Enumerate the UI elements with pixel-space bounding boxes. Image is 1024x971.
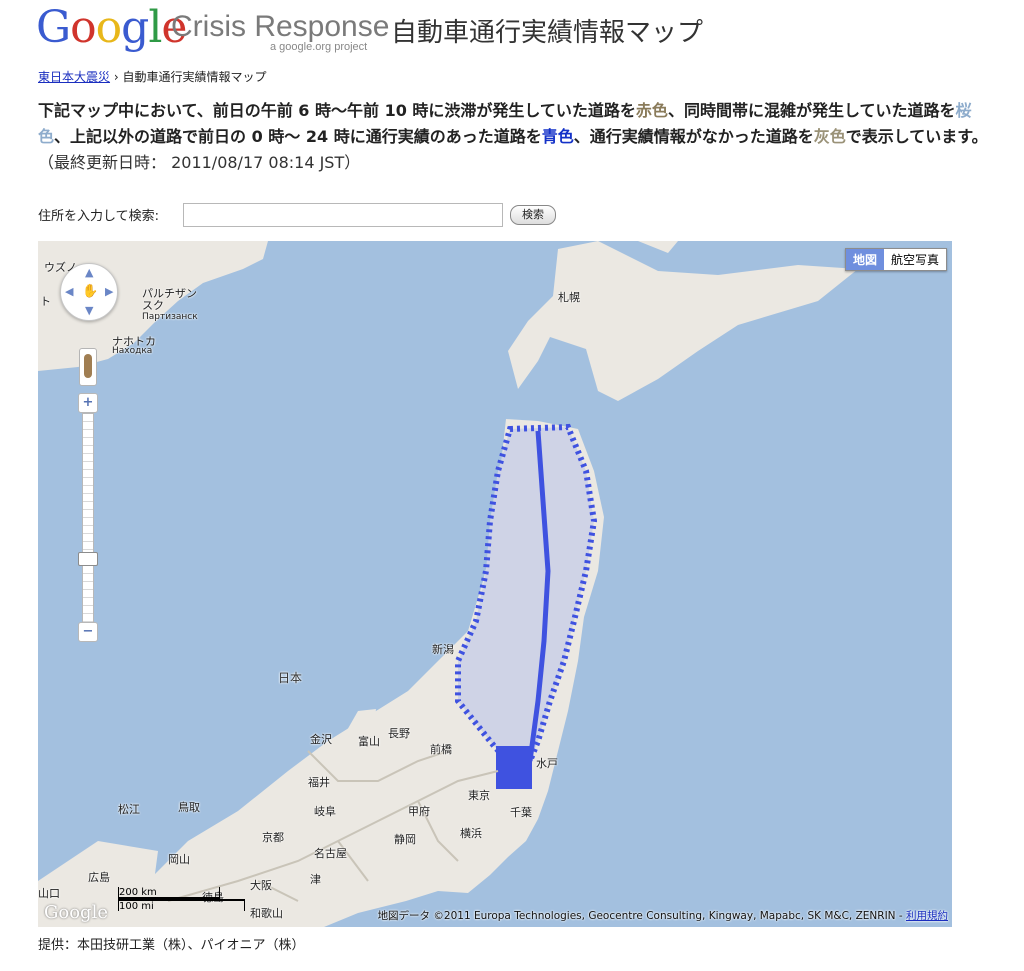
desc-gray-label: 灰色: [813, 127, 846, 146]
city-label-maebashi: 前橋: [430, 743, 452, 756]
zoom-out-button[interactable]: −: [78, 622, 98, 642]
city-label-okayama: 岡山: [168, 853, 190, 866]
city-label-partizansk-ru: Партизанск: [142, 312, 198, 322]
footer-credit: 提供：本田技研工業（株）、パイオニア（株）: [38, 938, 305, 953]
breadcrumb-link-earthquake[interactable]: 東日本大震災: [38, 70, 110, 84]
page-title: 自動車通行実績情報マップ: [391, 18, 704, 48]
pan-left-icon[interactable]: ◀: [65, 285, 73, 298]
city-label-fukui: 福井: [308, 776, 330, 789]
city-label-hiroshima: 広島: [88, 871, 110, 884]
zoom-slider-thumb[interactable]: [78, 552, 98, 566]
sakhalin-landmass: [638, 241, 678, 253]
scale-bar-km: 200 km: [118, 887, 220, 899]
page-header: Google Crisis Response a google.org proj…: [36, 4, 996, 60]
city-label-kofu: 甲府: [408, 805, 430, 818]
city-label-tsu: 津: [310, 873, 321, 886]
search-input[interactable]: [183, 203, 503, 227]
scale-bar-mi: 100 mi: [118, 899, 245, 912]
breadcrumb-separator: ›: [113, 70, 119, 84]
breadcrumb-current: 自動車通行実績情報マップ: [122, 70, 267, 84]
city-label-yokohama: 横浜: [460, 827, 482, 840]
city-label-sapporo: 札幌: [558, 291, 580, 304]
ibaraki-blue-block: [496, 746, 532, 789]
city-label-partizansk-jp: パルチザン スク: [142, 287, 197, 312]
terms-of-use-link[interactable]: 利用規約: [906, 910, 948, 922]
zoom-slider-track[interactable]: [82, 413, 94, 623]
address-search: 住所を入力して検索: 検索: [38, 203, 556, 227]
last-updated: （最終更新日時： 2011/08/17 08:14 JST）: [38, 153, 361, 172]
city-label-gifu: 岐阜: [314, 805, 336, 818]
city-label-wakayama: 和歌山: [250, 907, 283, 920]
city-label-toyama: 富山: [358, 735, 380, 748]
search-label: 住所を入力して検索:: [38, 209, 159, 224]
city-label-nagano: 長野: [388, 727, 410, 740]
copyright-text: 地図データ ©2011 Europa Technologies, Geocent…: [377, 910, 903, 922]
map-copyright: 地図データ ©2011 Europa Technologies, Geocent…: [378, 908, 948, 923]
map-type-map-button[interactable]: 地図: [845, 249, 884, 270]
map-base: [38, 241, 858, 927]
logo-subtitle: a google.org project: [270, 41, 368, 53]
desc-blue-label: 青色: [541, 127, 574, 146]
map-type-satellite-button[interactable]: 航空写真: [883, 249, 946, 270]
city-label-niigata: 新潟: [432, 643, 454, 656]
pan-down-icon[interactable]: ▼: [85, 304, 93, 317]
map-canvas[interactable]: 地図 航空写真 ▲ ▼ ◀ ▶ ✋ + − 札幌 ウズノ パルチザン スク Па…: [38, 241, 952, 927]
street-view-pegman-icon[interactable]: [79, 348, 97, 386]
city-label-kanazawa: 金沢: [310, 733, 332, 746]
city-label-nakhodka-ru: Находка: [112, 346, 153, 356]
city-label-matsue: 松江: [118, 803, 140, 816]
search-button[interactable]: 検索: [510, 205, 556, 225]
city-label-nagoya: 名古屋: [314, 847, 347, 860]
scale-mi-label: 100 mi: [119, 901, 154, 912]
google-watermark-logo[interactable]: Google: [44, 902, 108, 923]
pan-up-icon[interactable]: ▲: [85, 266, 93, 279]
desc-red-label: 赤色: [635, 101, 668, 120]
desc-text-2: 、同時間帯に混雑が発生していた道路を: [667, 101, 956, 120]
city-label-uzno: ウズノ: [44, 261, 77, 274]
scale-bar: 200 km 100 mi: [118, 887, 245, 912]
google-logo[interactable]: Google: [36, 4, 187, 52]
hand-icon: ✋: [82, 284, 99, 299]
city-label-yamaguchi: 山口: [38, 887, 60, 900]
pan-right-icon[interactable]: ▶: [105, 285, 113, 298]
city-label-osaka: 大阪: [250, 879, 272, 892]
desc-text-5: で表示しています。: [845, 127, 988, 146]
map-type-control: 地図 航空写真: [844, 248, 947, 271]
city-label-chiba: 千葉: [510, 806, 532, 819]
scale-km-label: 200 km: [119, 887, 157, 898]
city-label-mito: 水戸: [536, 757, 558, 770]
map-description: 下記マップ中において、前日の午前 6 時〜午前 10 時に渋滞が発生していた道路…: [38, 98, 988, 176]
city-label-tsuru: ト: [40, 295, 51, 308]
city-label-tokyo: 東京: [468, 789, 490, 802]
city-label-shizuoka: 静岡: [394, 833, 416, 846]
zoom-in-button[interactable]: +: [78, 393, 98, 413]
hokkaido-landmass: [508, 241, 858, 401]
desc-text-4: 、通行実績情報がなかった道路を: [573, 127, 814, 146]
sea-label-japan: 日本: [278, 671, 303, 685]
desc-text-1: 下記マップ中において、前日の午前 6 時〜午前 10 時に渋滞が発生していた道路…: [38, 101, 636, 120]
tohoku-blue-roads: [455, 423, 598, 764]
city-label-tottori: 鳥取: [178, 801, 200, 814]
desc-text-3: 、上記以外の道路で前日の 0 時〜 24 時に通行実績のあった道路を: [54, 127, 542, 146]
city-label-kyoto: 京都: [262, 831, 284, 844]
breadcrumb: 東日本大震災 › 自動車通行実績情報マップ: [38, 68, 267, 85]
crisis-response-logo: Crisis Response: [171, 10, 390, 43]
